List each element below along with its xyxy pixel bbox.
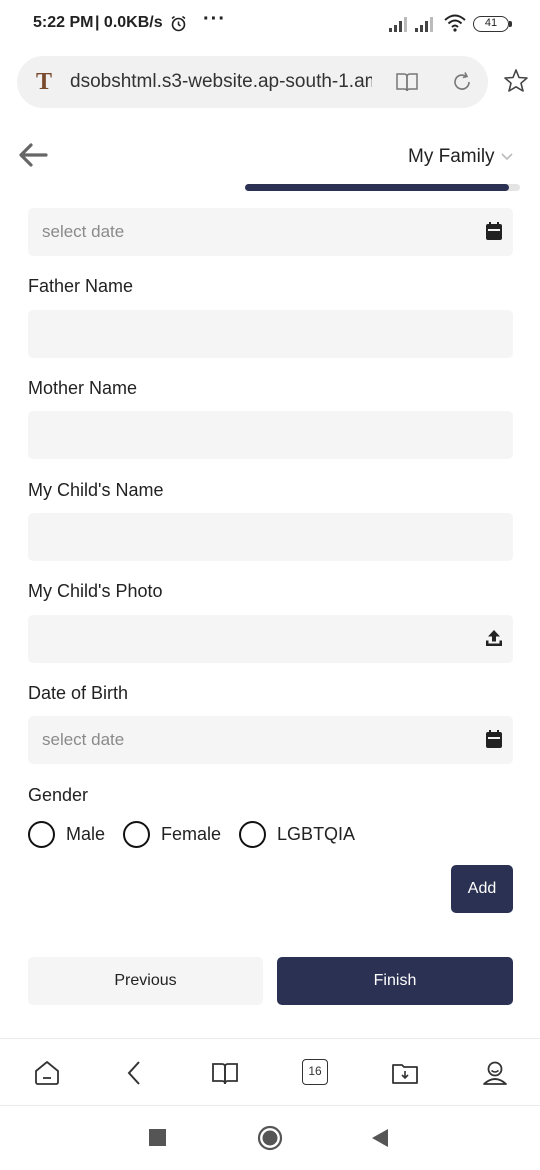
browser-toolbar: 16	[0, 1038, 540, 1106]
tabs-count-icon[interactable]: 16	[302, 1059, 328, 1085]
reader-mode-icon[interactable]	[395, 71, 419, 93]
dob-label: Date of Birth	[28, 683, 129, 703]
mother-name-label: Mother Name	[28, 378, 138, 398]
radio-label: Female	[161, 823, 222, 844]
previous-button[interactable]: Previous	[28, 957, 263, 1005]
system-nav-bar	[0, 1106, 540, 1170]
radio-label: Male	[66, 823, 106, 844]
add-button[interactable]: Add	[451, 865, 513, 913]
family-dropdown-label: My Family	[408, 146, 495, 167]
date-placeholder: select date	[42, 222, 125, 241]
reading-list-icon[interactable]	[211, 1059, 239, 1087]
battery-icon: 41	[473, 16, 509, 32]
recent-apps-icon[interactable]	[149, 1129, 166, 1146]
network-speed: | 0.0KB/s	[95, 14, 163, 31]
home-button-icon[interactable]	[257, 1125, 283, 1151]
back-icon[interactable]	[121, 1059, 149, 1087]
url-text[interactable]: dsobshtml.s3-website.ap-south-1.amazonaw…	[70, 71, 372, 93]
bookmark-star-icon[interactable]	[503, 68, 529, 94]
back-arrow-icon[interactable]	[18, 142, 48, 168]
radio-button[interactable]	[123, 820, 151, 848]
mother-name-input[interactable]	[28, 411, 513, 459]
progress-bar	[245, 184, 520, 191]
family-dropdown[interactable]: My Family	[408, 144, 514, 170]
more-notifications-icon: ···	[203, 8, 226, 30]
child-photo-label: My Child's Photo	[28, 581, 163, 601]
father-name-input[interactable]	[28, 310, 513, 358]
radio-button[interactable]	[28, 820, 55, 848]
radio-label: LGBTQIA	[277, 823, 356, 844]
upload-icon[interactable]	[485, 628, 503, 648]
calendar-icon[interactable]	[485, 729, 503, 749]
progress-bar-fill	[245, 184, 509, 191]
back-triangle-icon[interactable]	[371, 1128, 389, 1148]
gender-option-female[interactable]: Female	[123, 820, 222, 848]
child-name-input[interactable]	[28, 513, 513, 561]
calendar-icon[interactable]	[485, 221, 503, 241]
signal-icon	[415, 17, 433, 32]
reload-icon[interactable]	[451, 70, 473, 94]
finish-button[interactable]: Finish	[277, 957, 513, 1005]
home-icon[interactable]	[33, 1059, 61, 1087]
address-bar[interactable]: T dsobshtml.s3-website.ap-south-1.amazon…	[17, 56, 488, 108]
downloads-folder-icon[interactable]	[391, 1059, 419, 1087]
battery-tip	[509, 21, 512, 27]
radio-button[interactable]	[239, 820, 267, 848]
wifi-icon	[444, 14, 466, 32]
dob-placeholder: select date	[42, 730, 125, 749]
status-time: 5:22 PM	[33, 14, 94, 31]
gender-radio-group: Male Female LGBTQIA	[28, 820, 373, 848]
profile-icon[interactable]	[481, 1059, 509, 1087]
signal-icon	[389, 17, 407, 32]
chevron-down-icon	[500, 153, 513, 161]
status-bar: 5:22 PM | 0.0KB/s ··· 41	[0, 0, 540, 50]
site-favicon-icon: T	[35, 69, 52, 95]
father-name-label: Father Name	[28, 276, 134, 296]
gender-option-lgbtqia[interactable]: LGBTQIA	[239, 820, 356, 848]
dob-field[interactable]: select date	[28, 716, 513, 764]
alarm-icon	[171, 15, 186, 32]
child-photo-upload[interactable]	[28, 615, 513, 663]
date-field[interactable]: select date	[28, 208, 513, 256]
gender-label: Gender	[28, 785, 89, 805]
gender-option-male[interactable]: Male	[28, 820, 106, 848]
child-name-label: My Child's Name	[28, 480, 164, 500]
